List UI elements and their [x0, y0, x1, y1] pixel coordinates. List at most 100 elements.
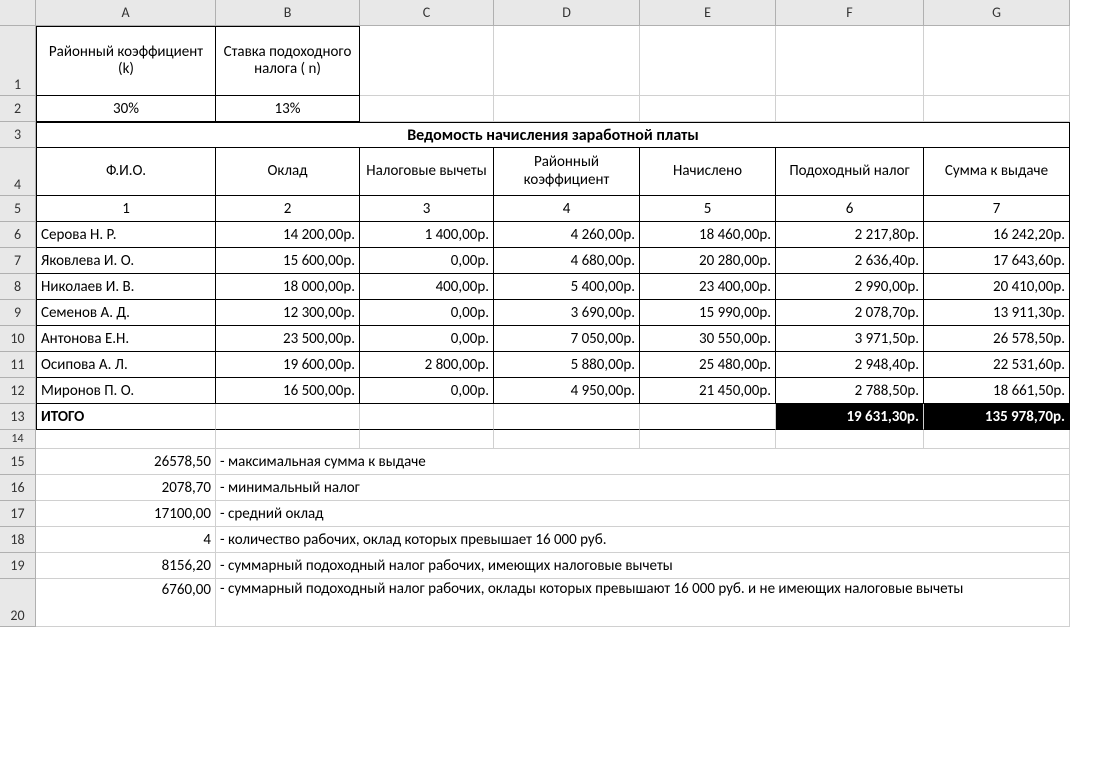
- cell-deduct[interactable]: 0,00р.: [360, 326, 494, 352]
- row-header-7[interactable]: 7: [0, 248, 36, 274]
- row-header-3[interactable]: 3: [0, 122, 36, 148]
- colnum-2[interactable]: 2: [216, 196, 360, 222]
- cell-accr[interactable]: 15 990,00р.: [640, 300, 776, 326]
- row-header-19[interactable]: 19: [0, 553, 36, 579]
- cell-C2[interactable]: [360, 96, 494, 122]
- colnum-7[interactable]: 7: [924, 196, 1070, 222]
- row-header-5[interactable]: 5: [0, 196, 36, 222]
- cell-F2[interactable]: [776, 96, 924, 122]
- cell-name[interactable]: Семенов А. Д.: [36, 300, 216, 326]
- stat-val[interactable]: 17100,00: [36, 501, 216, 527]
- row-header-12[interactable]: 12: [0, 378, 36, 404]
- stat-desc[interactable]: - средний оклад: [216, 501, 1070, 527]
- cell-salary[interactable]: 16 500,00р.: [216, 378, 360, 404]
- total-pay[interactable]: 135 978,70р.: [924, 404, 1070, 430]
- cell-D2[interactable]: [494, 96, 640, 122]
- cell-deduct[interactable]: 0,00р.: [360, 300, 494, 326]
- cell-A14[interactable]: [36, 430, 216, 449]
- cell-pay[interactable]: 26 578,50р.: [924, 326, 1070, 352]
- cell-B2[interactable]: 13%: [216, 96, 360, 122]
- cell-E2[interactable]: [640, 96, 776, 122]
- cell-coef[interactable]: 5 880,00р.: [494, 352, 640, 378]
- cell-accr[interactable]: 23 400,00р.: [640, 274, 776, 300]
- hdr-accr[interactable]: Начислено: [640, 148, 776, 196]
- cell-B13[interactable]: [216, 404, 360, 430]
- cell-coef[interactable]: 4 680,00р.: [494, 248, 640, 274]
- row-header-6[interactable]: 6: [0, 222, 36, 248]
- total-tax[interactable]: 19 631,30р.: [776, 404, 924, 430]
- cell-D13[interactable]: [494, 404, 640, 430]
- cell-coef[interactable]: 4 950,00р.: [494, 378, 640, 404]
- cell-B14[interactable]: [216, 430, 360, 449]
- col-header-B[interactable]: B: [216, 0, 360, 26]
- col-header-C[interactable]: C: [360, 0, 494, 26]
- cell-salary[interactable]: 14 200,00р.: [216, 222, 360, 248]
- cell-tax[interactable]: 3 971,50р.: [776, 326, 924, 352]
- cell-tax[interactable]: 2 788,50р.: [776, 378, 924, 404]
- cell-pay[interactable]: 13 911,30р.: [924, 300, 1070, 326]
- col-header-E[interactable]: E: [640, 0, 776, 26]
- row-header-14[interactable]: 14: [0, 430, 36, 449]
- cell-tax[interactable]: 2 948,40р.: [776, 352, 924, 378]
- cell-salary[interactable]: 15 600,00р.: [216, 248, 360, 274]
- col-header-A[interactable]: A: [36, 0, 216, 26]
- cell-accr[interactable]: 30 550,00р.: [640, 326, 776, 352]
- hdr-coef[interactable]: Районный коэффициент: [494, 148, 640, 196]
- cell-E14[interactable]: [640, 430, 776, 449]
- col-header-D[interactable]: D: [494, 0, 640, 26]
- cell-deduct[interactable]: 0,00р.: [360, 378, 494, 404]
- corner-cell[interactable]: [0, 0, 36, 26]
- cell-G14[interactable]: [924, 430, 1070, 449]
- stat-val[interactable]: 26578,50: [36, 449, 216, 475]
- stat-val[interactable]: 6760,00: [36, 579, 216, 627]
- title-cell[interactable]: Ведомость начисления заработной платы: [36, 122, 1070, 148]
- row-header-15[interactable]: 15: [0, 449, 36, 475]
- cell-name[interactable]: Серова Н. Р.: [36, 222, 216, 248]
- cell-tax[interactable]: 2 217,80р.: [776, 222, 924, 248]
- cell-G2[interactable]: [924, 96, 1070, 122]
- cell-salary[interactable]: 12 300,00р.: [216, 300, 360, 326]
- cell-pay[interactable]: 16 242,20р.: [924, 222, 1070, 248]
- hdr-tax[interactable]: Подоходный налог: [776, 148, 924, 196]
- cell-pay[interactable]: 18 661,50р.: [924, 378, 1070, 404]
- hdr-salary[interactable]: Оклад: [216, 148, 360, 196]
- stat-val[interactable]: 2078,70: [36, 475, 216, 501]
- stat-desc[interactable]: - минимальный налог: [216, 475, 1070, 501]
- cell-name[interactable]: Николаев И. В.: [36, 274, 216, 300]
- cell-salary[interactable]: 19 600,00р.: [216, 352, 360, 378]
- stat-desc[interactable]: - суммарный подоходный налог рабочих, ок…: [216, 579, 1070, 627]
- row-header-20[interactable]: 20: [0, 579, 36, 627]
- col-header-F[interactable]: F: [776, 0, 924, 26]
- cell-pay[interactable]: 17 643,60р.: [924, 248, 1070, 274]
- cell-name[interactable]: Антонова Е.Н.: [36, 326, 216, 352]
- cell-F14[interactable]: [776, 430, 924, 449]
- cell-deduct[interactable]: 400,00р.: [360, 274, 494, 300]
- colnum-1[interactable]: 1: [36, 196, 216, 222]
- cell-pay[interactable]: 20 410,00р.: [924, 274, 1070, 300]
- stat-desc[interactable]: - максимальная сумма к выдаче: [216, 449, 1070, 475]
- cell-name[interactable]: Миронов П. О.: [36, 378, 216, 404]
- cell-A1[interactable]: Районный коэффициент (k): [36, 26, 216, 96]
- row-header-4[interactable]: 4: [0, 148, 36, 196]
- cell-accr[interactable]: 25 480,00р.: [640, 352, 776, 378]
- row-header-18[interactable]: 18: [0, 527, 36, 553]
- row-header-9[interactable]: 9: [0, 300, 36, 326]
- cell-deduct[interactable]: 1 400,00р.: [360, 222, 494, 248]
- row-header-16[interactable]: 16: [0, 475, 36, 501]
- cell-C1[interactable]: [360, 26, 494, 96]
- cell-tax[interactable]: 2 990,00р.: [776, 274, 924, 300]
- cell-D14[interactable]: [494, 430, 640, 449]
- colnum-3[interactable]: 3: [360, 196, 494, 222]
- hdr-pay[interactable]: Сумма к выдаче: [924, 148, 1070, 196]
- cell-name[interactable]: Осипова А. Л.: [36, 352, 216, 378]
- cell-coef[interactable]: 4 260,00р.: [494, 222, 640, 248]
- cell-tax[interactable]: 2 636,40р.: [776, 248, 924, 274]
- cell-accr[interactable]: 20 280,00р.: [640, 248, 776, 274]
- colnum-5[interactable]: 5: [640, 196, 776, 222]
- cell-E13[interactable]: [640, 404, 776, 430]
- row-header-10[interactable]: 10: [0, 326, 36, 352]
- cell-accr[interactable]: 21 450,00р.: [640, 378, 776, 404]
- cell-E1[interactable]: [640, 26, 776, 96]
- row-header-13[interactable]: 13: [0, 404, 36, 430]
- cell-F1[interactable]: [776, 26, 924, 96]
